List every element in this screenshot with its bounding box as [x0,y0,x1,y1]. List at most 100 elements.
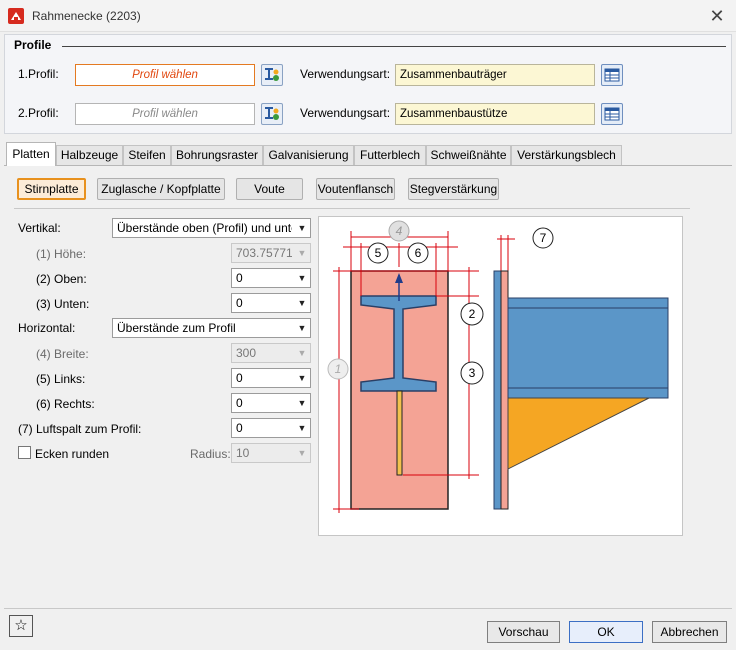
profile2-select-field[interactable]: Profil wählen [75,103,255,125]
subtab-zuglasche[interactable]: Zuglasche / Kopfplatte [97,178,225,200]
width-field: 300 ▼ [231,343,311,363]
gap-label: (7) Luftspalt zum Profil: [18,422,142,436]
height-value: 703.757710 [236,246,292,260]
favorites-button[interactable]: ☆ [9,615,33,637]
horizontal-value: Überstände zum Profil [117,321,236,335]
column-flange [493,270,502,510]
ok-button[interactable]: OK [569,621,643,643]
radius-value: 10 [236,446,250,460]
bottom-label: (3) Unten: [36,297,90,311]
vertical-value: Überstände oben (Profil) und unten [117,221,292,235]
profile1-pick-button[interactable] [261,64,283,86]
table-icon [604,68,620,82]
right-field[interactable]: 0 ▼ [231,393,311,413]
gap-field[interactable]: 0 ▼ [231,418,311,438]
subtab-stegverstaerkung[interactable]: Stegverstärkung [408,178,499,200]
profile1-use-field[interactable]: Zusammenbauträger [395,64,595,86]
gap-value: 0 [236,421,243,435]
radius-label: Radius: [190,447,231,461]
subtab-stirnplatte[interactable]: Stirnplatte [17,178,86,200]
chevron-down-icon: ▼ [297,373,307,383]
height-field: 703.757710 ▼ [231,243,311,263]
tab-galvanisierung[interactable]: Galvanisierung [263,145,354,165]
profile-pick-icon [265,107,279,120]
app-icon [8,8,24,24]
tab-platten[interactable]: Platten [6,142,56,166]
star-icon: ☆ [14,617,28,634]
callout-3: 3 [469,366,476,380]
profile2-use-label: Verwendungsart: [300,106,391,120]
chevron-down-icon: ▼ [297,223,307,233]
chevron-down-icon: ▼ [297,248,307,258]
top-field[interactable]: 0 ▼ [231,268,311,288]
profile-group-title: Profile [14,38,52,52]
end-plate-diagram: 4 5 6 1 2 3 7 [327,220,669,513]
beam-bottom-flange [507,387,669,399]
preview-button[interactable]: Vorschau [487,621,560,643]
right-label: (6) Rechts: [36,397,95,411]
chevron-down-icon: ▼ [297,448,307,458]
tab-bohrungsraster[interactable]: Bohrungsraster [171,145,263,165]
vertical-label: Vertikal: [18,221,61,235]
cancel-button[interactable]: Abbrechen [652,621,727,643]
round-corners-label: Ecken runden [35,447,110,461]
tab-schweissnaehte[interactable]: Schweißnähte [426,145,511,165]
chevron-down-icon: ▼ [297,348,307,358]
width-value: 300 [236,346,257,360]
profile2-label: 2.Profil: [18,106,59,120]
tab-halbzeuge[interactable]: Halbzeuge [56,145,123,165]
chevron-down-icon: ▼ [297,298,307,308]
bottom-field[interactable]: 0 ▼ [231,293,311,313]
width-label: (4) Breite: [36,347,89,361]
profile1-select-field[interactable]: Profil wählen [75,64,255,86]
vertical-dropdown[interactable]: Überstände oben (Profil) und unten ▼ [112,218,311,238]
callout-1: 1 [335,362,342,376]
round-corners-checkbox[interactable] [18,446,31,459]
chevron-down-icon: ▼ [297,423,307,433]
callout-4: 4 [396,224,403,238]
weld-line [396,390,403,476]
window-title: Rahmenecke (2203) [32,9,141,23]
plate-side [500,270,509,510]
height-label: (1) Höhe: [36,247,87,261]
close-icon[interactable]: ✕ [700,4,734,28]
tab-steifen[interactable]: Steifen [123,145,171,165]
profile-pick-icon [265,68,279,81]
tab-verstaerkungsblech[interactable]: Verstärkungsblech [511,145,622,165]
left-label: (5) Links: [36,372,86,386]
horizontal-dropdown[interactable]: Überstände zum Profil ▼ [112,318,311,338]
profile2-table-button[interactable] [601,103,623,125]
bottom-value: 0 [236,296,243,310]
radius-field: 10 ▼ [231,443,311,463]
subtab-divider [14,208,690,209]
diagram-panel: 4 5 6 1 2 3 7 [318,216,683,536]
callout-2: 2 [469,307,476,321]
table-icon [604,107,620,121]
beam-web [507,307,669,389]
beam-top-flange [507,297,669,309]
callout-7: 7 [540,231,547,245]
left-value: 0 [236,371,243,385]
callout-5: 5 [375,246,382,260]
chevron-down-icon: ▼ [297,323,307,333]
chevron-down-icon: ▼ [297,398,307,408]
top-value: 0 [236,271,243,285]
profile2-use-field[interactable]: Zusammenbaustütze [395,103,595,125]
profile1-label: 1.Profil: [18,67,59,81]
chevron-down-icon: ▼ [297,273,307,283]
left-field[interactable]: 0 ▼ [231,368,311,388]
title-bar: Rahmenecke (2203) ✕ [0,0,736,32]
subtab-voutenflansch[interactable]: Voutenflansch [316,178,395,200]
right-value: 0 [236,396,243,410]
footer-divider [4,608,732,609]
profile1-use-label: Verwendungsart: [300,67,391,81]
profile2-pick-button[interactable] [261,103,283,125]
haunch [507,397,650,470]
profile1-table-button[interactable] [601,64,623,86]
subtab-voute[interactable]: Voute [236,178,303,200]
tab-strip-line [4,165,732,166]
tab-futterblech[interactable]: Futterblech [354,145,426,165]
group-divider [62,46,726,47]
horizontal-label: Horizontal: [18,321,76,335]
callout-6: 6 [415,246,422,260]
